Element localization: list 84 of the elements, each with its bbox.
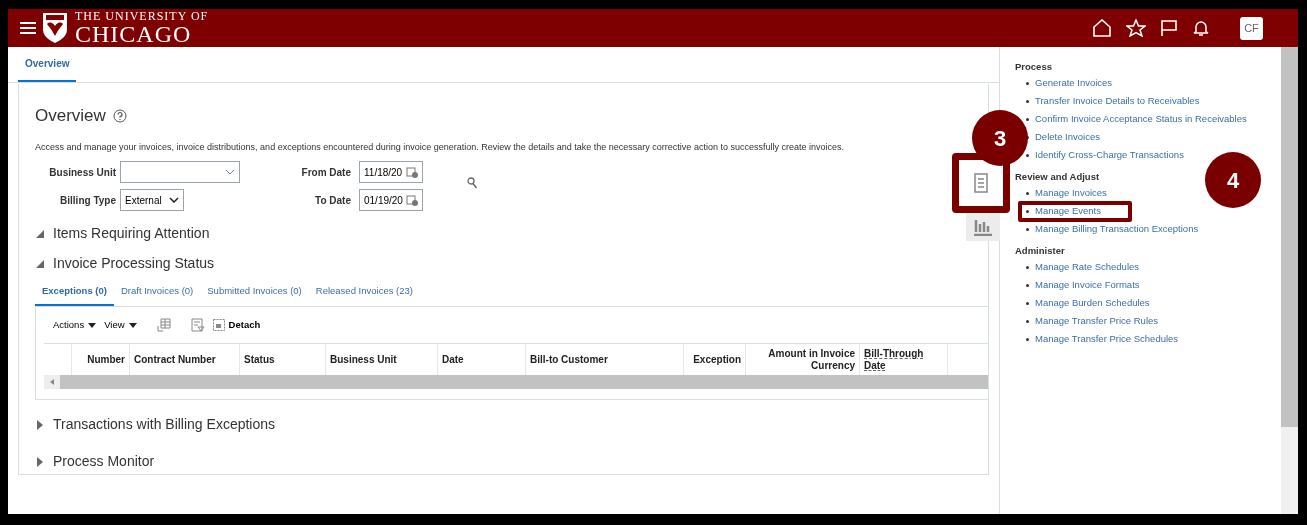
bullet-icon <box>1026 191 1029 195</box>
column-header[interactable]: Bill-Through Date <box>864 347 943 372</box>
chevron-icon <box>169 197 179 203</box>
flag-icon[interactable] <box>1160 19 1178 37</box>
collapse-icon[interactable] <box>35 228 45 239</box>
billing-type-dropdown[interactable]: External <box>120 189 184 211</box>
logo-subtitle: THE UNIVERSITY OF <box>75 10 209 22</box>
page-title: Overview <box>35 105 106 127</box>
caret-icon <box>128 322 137 328</box>
group-heading: Administer <box>1015 244 1065 258</box>
bullet-icon <box>1026 209 1029 213</box>
task-link[interactable]: Manage Burden Schedules <box>1035 295 1150 311</box>
bullet-icon <box>1026 337 1029 341</box>
bullet-icon <box>1026 319 1029 323</box>
bullet-icon <box>1026 265 1029 269</box>
field-label: Business Unit <box>48 165 116 180</box>
field-label: From Date <box>300 165 351 180</box>
actions-menu[interactable]: Actions <box>53 318 97 333</box>
calendar-icon[interactable] <box>406 166 418 178</box>
bullet-icon <box>1026 301 1029 305</box>
field-label: To Date <box>314 193 351 208</box>
vertical-scrollbar[interactable] <box>1281 47 1298 514</box>
task-link[interactable]: Manage Invoices <box>1035 185 1107 201</box>
bullet-icon <box>1026 227 1029 231</box>
task-link[interactable]: Manage Transfer Price Rules <box>1035 313 1159 329</box>
task-link[interactable]: Manage Events <box>1035 203 1101 219</box>
detach-icon <box>212 319 225 332</box>
home-icon[interactable] <box>1092 19 1112 37</box>
column-header[interactable]: Number <box>87 353 125 366</box>
crest-icon <box>42 12 68 44</box>
help-icon[interactable] <box>112 108 127 123</box>
section-title[interactable]: Transactions with Billing Exceptions <box>53 414 276 436</box>
search-icon[interactable] <box>467 177 478 189</box>
user-avatar[interactable]: CF <box>1240 16 1263 40</box>
field-label: Billing Type <box>59 193 116 208</box>
expand-icon[interactable] <box>35 456 45 467</box>
task-link[interactable]: Transfer Invoice Details to Receivables <box>1035 93 1200 109</box>
status-tab[interactable]: Exceptions (0) <box>35 284 114 307</box>
page-tab[interactable]: Overview <box>18 56 77 82</box>
horizontal-scrollbar[interactable] <box>44 375 988 390</box>
section-title[interactable]: Items Requiring Attention <box>53 223 210 244</box>
task-link[interactable]: Manage Billing Transaction Exceptions <box>1035 221 1199 237</box>
task-link[interactable]: Confirm Invoice Acceptance Status in Receivables <box>1035 111 1247 127</box>
status-tab[interactable]: Submitted Invoices (0) <box>200 284 309 307</box>
star-icon[interactable] <box>1126 19 1146 37</box>
page-description: Access and manage your invoices, invoice distributions, and exceptions encountered during invoice generation. Review the details and take the necessary corrective action to successfully create invoices. <box>35 140 845 154</box>
section-title[interactable]: Process Monitor <box>53 451 155 473</box>
view-menu[interactable]: View <box>104 318 137 333</box>
filter-icon[interactable] <box>190 318 205 333</box>
calendar-icon[interactable] <box>406 194 418 206</box>
column-header[interactable]: Exception <box>693 353 741 366</box>
task-link[interactable]: Manage Transfer Price Schedules <box>1035 331 1179 347</box>
column-header[interactable]: Contract Number <box>134 353 216 366</box>
task-link[interactable]: Manage Invoice Formats <box>1035 277 1140 293</box>
chevron-icon <box>225 169 235 175</box>
status-tab[interactable]: Released Invoices (23) <box>308 284 420 307</box>
bell-icon[interactable] <box>1192 19 1210 37</box>
to-date-field[interactable]: 01/19/20 <box>359 189 423 211</box>
column-header[interactable]: Bill-to Customer <box>530 353 608 366</box>
section-title[interactable]: Invoice Processing Status <box>53 253 215 274</box>
bar-chart-icon[interactable] <box>973 218 993 236</box>
task-link[interactable]: Generate Invoices <box>1035 75 1113 91</box>
column-header[interactable]: Business Unit <box>330 353 397 366</box>
bullet-icon <box>1026 153 1029 157</box>
column-header[interactable]: Date <box>442 353 464 366</box>
caret-icon <box>88 322 97 328</box>
group-heading: Review and Adjust <box>1015 170 1100 184</box>
bullet-icon <box>1026 117 1029 121</box>
bullet-icon <box>1026 81 1029 85</box>
menu-icon[interactable] <box>20 21 36 35</box>
task-link[interactable]: Delete Invoices <box>1035 129 1100 145</box>
detach-button[interactable]: Detach <box>212 318 261 333</box>
task-link[interactable]: Manage Rate Schedules <box>1035 259 1140 275</box>
task-link[interactable]: Identify Cross-Charge Transactions <box>1035 147 1184 163</box>
from-date-field[interactable]: 11/18/20 <box>359 161 423 183</box>
column-header[interactable]: Status <box>244 353 275 366</box>
status-tab[interactable]: Draft Invoices (0) <box>113 284 201 307</box>
logo-title: CHICAGO <box>75 22 193 46</box>
group-heading: Process <box>1015 60 1052 74</box>
collapse-icon[interactable] <box>35 258 45 269</box>
expand-icon[interactable] <box>35 419 45 430</box>
bullet-icon <box>1026 283 1029 287</box>
column-header[interactable]: Amount in Invoice Currency <box>750 347 855 372</box>
bullet-icon <box>1026 99 1029 103</box>
